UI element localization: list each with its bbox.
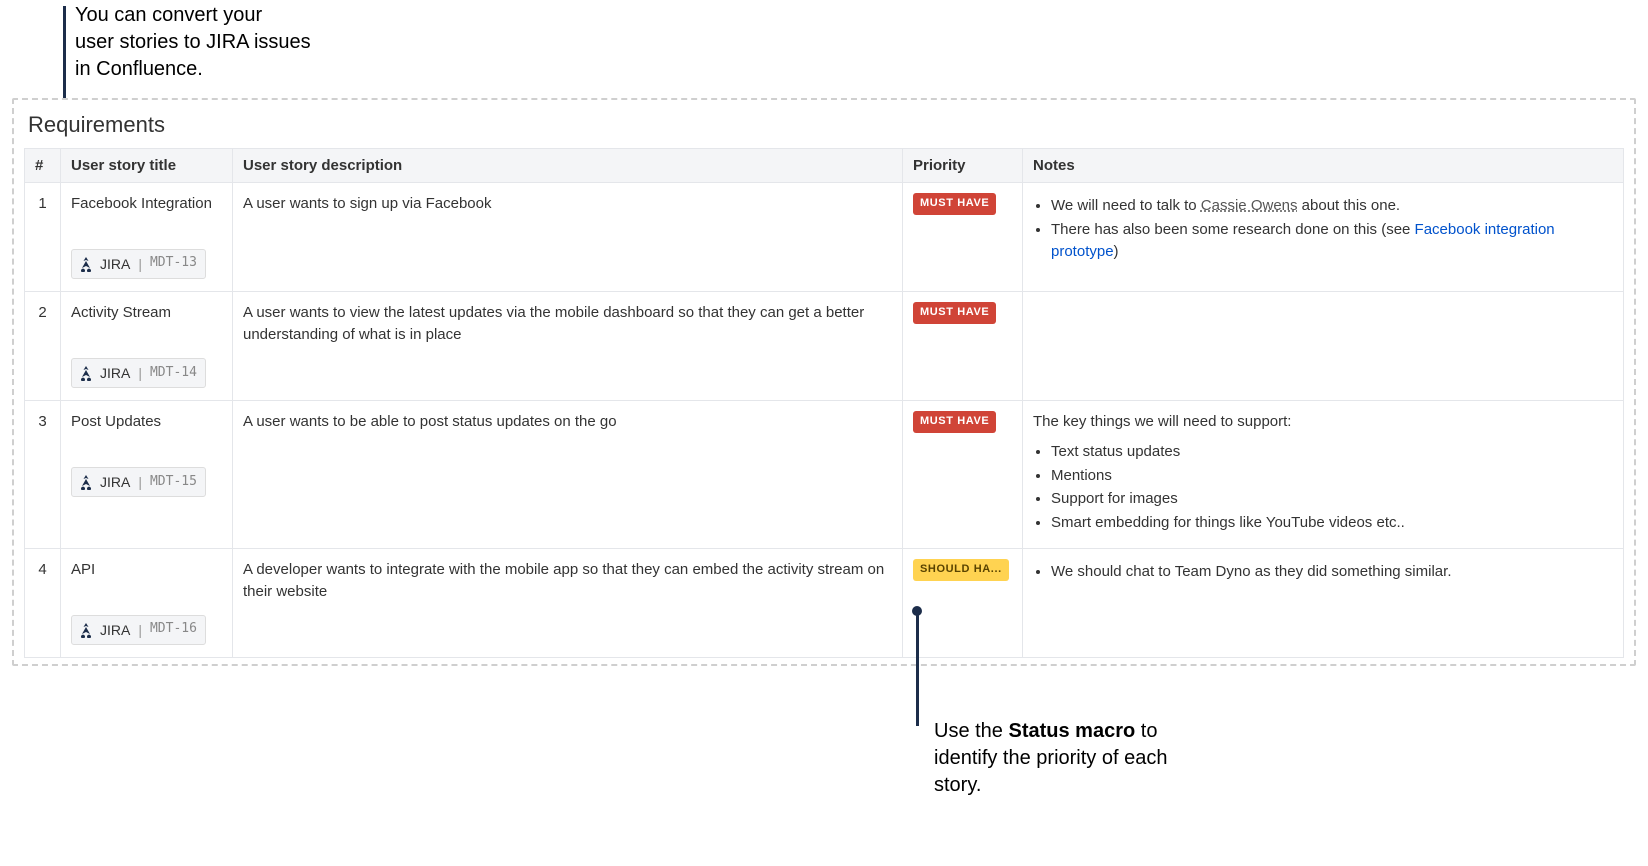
jira-separator: | [138,363,142,383]
table-header-row: # User story title User story descriptio… [25,149,1624,183]
callout-bottom-line [916,610,919,726]
callout-top-line2: user stories to JIRA issues [75,29,311,56]
col-header-num: # [25,149,61,183]
jira-issue-link[interactable]: JIRA | MDT-16 [71,615,206,645]
row-number: 2 [25,292,61,401]
jira-icon [78,256,94,272]
jira-key: MDT-14 [150,364,197,383]
notes-item: Support for images [1051,488,1613,510]
notes-item: There has also been some research done o… [1051,219,1613,263]
story-description: A user wants to be able to post status u… [233,401,903,549]
notes-cell: We should chat to Team Dyno as they did … [1023,548,1624,657]
jira-key: MDT-16 [150,620,197,639]
jira-issue-link[interactable]: JIRA | MDT-14 [71,358,206,388]
table-row: 3 Post Updates JIRA | MDT-15 A user want… [25,401,1624,549]
col-header-notes: Notes [1023,149,1624,183]
row-number: 3 [25,401,61,549]
callout-bottom: Use the Status macro to identify the pri… [934,718,1167,799]
jira-separator: | [138,472,142,492]
jira-separator: | [138,620,142,640]
table-row: 2 Activity Stream JIRA | MDT-14 A user w… [25,292,1624,401]
priority-badge: MUST HAVE [913,411,996,433]
jira-label: JIRA [100,472,130,492]
jira-issue-link[interactable]: JIRA | MDT-15 [71,467,206,497]
row-number: 4 [25,548,61,657]
jira-icon [78,622,94,638]
jira-label: JIRA [100,363,130,383]
story-description: A developer wants to integrate with the … [233,548,903,657]
notes-list: Text status updates Mentions Support for… [1051,441,1613,534]
story-title-cell: Post Updates JIRA | MDT-15 [61,401,233,549]
table-row: 1 Facebook Integration JIRA | MDT-13 A u… [25,183,1624,292]
table-row: 4 API JIRA | MDT-16 A developer wants to [25,548,1624,657]
story-description: A user wants to view the latest updates … [233,292,903,401]
notes-item: Smart embedding for things like YouTube … [1051,512,1613,534]
story-description: A user wants to sign up via Facebook [233,183,903,292]
col-header-title: User story title [61,149,233,183]
jira-icon [78,474,94,490]
notes-item: We will need to talk to Cassie Owens abo… [1051,195,1613,217]
callout-top-line1: You can convert your [75,2,311,29]
user-mention[interactable]: Cassie Owens [1201,197,1298,214]
story-title: Activity Stream [71,302,222,324]
priority-badge: SHOULD HA... [913,559,1009,581]
jira-issue-link[interactable]: JIRA | MDT-13 [71,249,206,279]
notes-list: We will need to talk to Cassie Owens abo… [1051,195,1613,262]
story-title-cell: Activity Stream JIRA | MDT-14 [61,292,233,401]
notes-cell [1023,292,1624,401]
notes-lead: The key things we will need to support: [1033,411,1613,433]
story-title-cell: Facebook Integration JIRA | MDT-13 [61,183,233,292]
notes-item: Mentions [1051,465,1613,487]
story-title: Facebook Integration [71,193,222,215]
notes-cell: The key things we will need to support: … [1023,401,1624,549]
callout-bottom-line1: Use the Status macro to [934,718,1167,745]
jira-key: MDT-13 [150,254,197,273]
col-header-description: User story description [233,149,903,183]
panel-title: Requirements [28,112,1624,138]
priority-cell: MUST HAVE [903,401,1023,549]
jira-label: JIRA [100,620,130,640]
requirements-panel: Requirements # User story title User sto… [12,98,1636,666]
requirements-table: # User story title User story descriptio… [24,148,1624,658]
priority-cell: MUST HAVE [903,292,1023,401]
jira-label: JIRA [100,254,130,274]
priority-cell: MUST HAVE [903,183,1023,292]
priority-badge: MUST HAVE [913,302,996,324]
notes-cell: We will need to talk to Cassie Owens abo… [1023,183,1624,292]
priority-badge: MUST HAVE [913,193,996,215]
jira-separator: | [138,254,142,274]
row-number: 1 [25,183,61,292]
callout-bottom-line3: story. [934,772,1167,799]
priority-cell: SHOULD HA... [903,548,1023,657]
notes-item: We should chat to Team Dyno as they did … [1051,561,1613,583]
callout-bottom-line2: identify the priority of each [934,745,1167,772]
story-title: Post Updates [71,411,222,433]
callout-top-line3: in Confluence. [75,56,311,83]
col-header-priority: Priority [903,149,1023,183]
story-title: API [71,559,222,581]
notes-item: Text status updates [1051,441,1613,463]
story-title-cell: API JIRA | MDT-16 [61,548,233,657]
jira-icon [78,365,94,381]
callout-top: You can convert your user stories to JIR… [75,2,311,83]
notes-list: We should chat to Team Dyno as they did … [1051,561,1613,583]
jira-key: MDT-15 [150,473,197,492]
